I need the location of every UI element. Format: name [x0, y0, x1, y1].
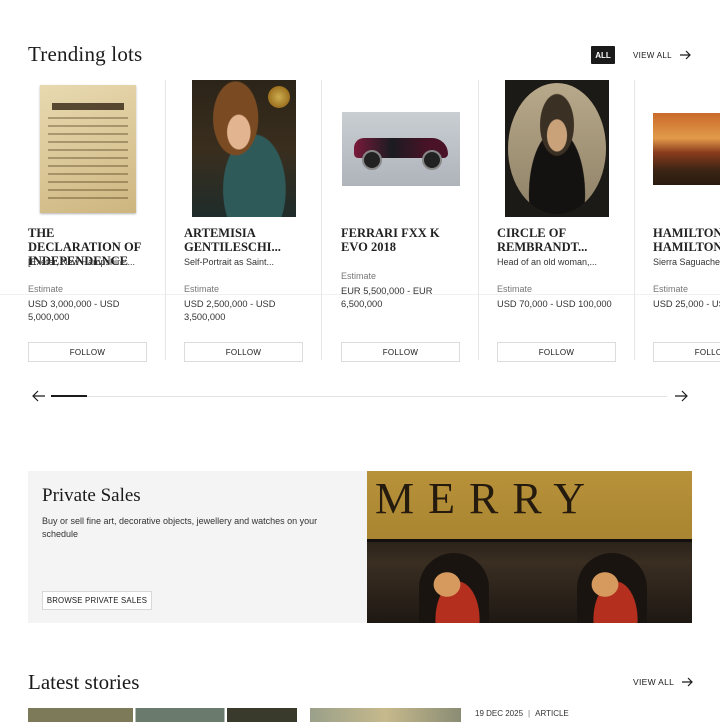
- estimate-label: Estimate: [184, 284, 220, 294]
- follow-button[interactable]: FOLLOW: [28, 342, 147, 362]
- portrait-painting-image: [192, 80, 296, 217]
- ferrari-car-image: [342, 111, 460, 186]
- card-divider: [634, 80, 635, 360]
- estimate-label: Estimate: [653, 284, 689, 294]
- estimate-label: Estimate: [341, 271, 377, 281]
- estimate-label: Estimate: [28, 284, 64, 294]
- landscape-painting-image: [653, 112, 720, 185]
- view-all-label: VIEW ALL: [633, 677, 675, 687]
- lot-subtitle: [Exeter, New Hampshire:...: [28, 257, 136, 267]
- carousel-scroll-thumb[interactable]: [51, 395, 87, 397]
- lot-subtitle: Head of an old woman,...: [497, 257, 598, 267]
- follow-button[interactable]: FOLLOW: [653, 342, 720, 362]
- lot-subtitle: Self-Portrait as Saint...: [184, 257, 275, 267]
- lot-title[interactable]: HAMILTON HAMILTON: [653, 226, 720, 254]
- estimate-value: USD 70,000 - USD 100,000: [497, 299, 612, 309]
- lot-image[interactable]: [653, 80, 720, 217]
- card-divider: [165, 80, 166, 360]
- estimate-value: USD 2,500,000 - USD 3,500,000: [184, 299, 276, 322]
- merry-sign-text: MERRY: [375, 474, 600, 523]
- follow-button[interactable]: FOLLOW: [341, 342, 460, 362]
- private-sales-panel: Private Sales Buy or sell fine art, deco…: [28, 471, 367, 623]
- arrow-right-icon: [679, 50, 691, 60]
- card-divider: [321, 80, 322, 360]
- follow-button[interactable]: FOLLOW: [184, 342, 303, 362]
- lot-card[interactable]: ARTEMISIA GENTILESCHI... Self-Portrait a…: [184, 80, 304, 365]
- filter-all-button[interactable]: ALL: [591, 46, 615, 64]
- lot-subtitle: Sierra Saguache: [653, 257, 720, 267]
- lot-card[interactable]: THE DECLARATION OF INDEPENDENCE [Exeter,…: [28, 80, 148, 365]
- estimate-value: EUR 5,500,000 - EUR 6,500,000: [341, 286, 433, 309]
- trending-title: Trending lots: [28, 42, 143, 66]
- card-divider: [478, 80, 479, 360]
- lot-image[interactable]: [497, 80, 617, 217]
- estimate-value: USD 3,000,000 - USD 5,000,000: [28, 299, 120, 322]
- view-all-label: VIEW ALL: [633, 50, 672, 60]
- estimate-value: USD 25,000 - USD: [653, 299, 720, 309]
- trending-view-all-link[interactable]: VIEW ALL: [633, 50, 692, 60]
- stories-view-all-link[interactable]: VIEW ALL: [633, 677, 694, 687]
- trending-lots-carousel: THE DECLARATION OF INDEPENDENCE [Exeter,…: [0, 80, 720, 365]
- lot-card[interactable]: FERRARI FXX K EVO 2018 Estimate EUR 5,50…: [341, 80, 461, 365]
- old-woman-portrait-image: [505, 80, 609, 217]
- lot-image[interactable]: [341, 80, 461, 217]
- arrow-left-icon[interactable]: [32, 390, 46, 402]
- follow-button[interactable]: FOLLOW: [497, 342, 616, 362]
- private-sales-description: Buy or sell fine art, decorative objects…: [42, 516, 318, 539]
- story-category: ARTICLE: [535, 709, 569, 718]
- story-meta: 19 DEC 2025 | ARTICLE: [475, 709, 569, 718]
- story-date: 19 DEC 2025: [475, 709, 524, 718]
- lot-card[interactable]: HAMILTON HAMILTON Sierra Saguache Estima…: [653, 80, 720, 365]
- browse-private-sales-button[interactable]: BROWSE PRIVATE SALES: [42, 591, 152, 610]
- estimate-label: Estimate: [497, 284, 533, 294]
- private-sales-title: Private Sales: [42, 485, 141, 506]
- carousel-scroll-track[interactable]: [51, 396, 667, 397]
- arrow-right-icon[interactable]: [674, 390, 688, 402]
- lot-image[interactable]: [184, 80, 304, 217]
- meta-separator: |: [528, 709, 531, 718]
- arrow-right-icon: [682, 677, 693, 687]
- latest-stories-title: Latest stories: [28, 670, 140, 694]
- lot-title[interactable]: ARTEMISIA GENTILESCHI...: [184, 226, 306, 254]
- private-sales-image[interactable]: MERRY: [367, 471, 692, 623]
- lot-title[interactable]: CIRCLE OF REMBRANDT...: [497, 226, 619, 254]
- lot-card[interactable]: CIRCLE OF REMBRANDT... Head of an old wo…: [497, 80, 617, 365]
- lot-image[interactable]: [28, 80, 148, 217]
- lot-title[interactable]: FERRARI FXX K EVO 2018: [341, 226, 463, 254]
- declaration-document-image: [40, 84, 136, 213]
